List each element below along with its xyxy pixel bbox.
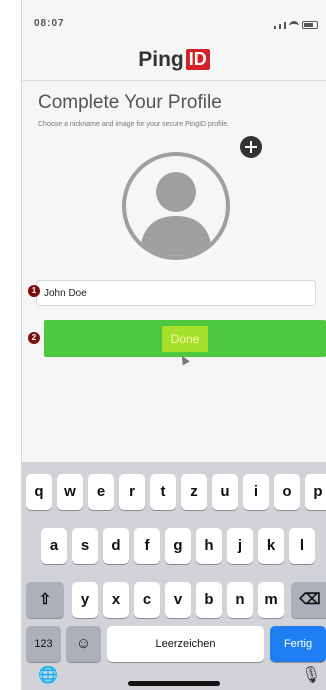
key-v[interactable]: v [165, 582, 191, 618]
wifi-icon [289, 21, 299, 29]
add-photo-icon[interactable] [240, 136, 262, 158]
key-w[interactable]: w [57, 474, 83, 510]
status-bar: 08:07 [22, 0, 326, 40]
key-g[interactable]: g [165, 528, 191, 564]
key-b[interactable]: b [196, 582, 222, 618]
key-d[interactable]: d [103, 528, 129, 564]
signal-icon [279, 24, 281, 29]
logo-badge: ID [185, 49, 210, 70]
signal-icon [274, 26, 276, 29]
key-l[interactable]: l [289, 528, 315, 564]
key-c[interactable]: c [134, 582, 160, 618]
key-o[interactable]: o [274, 474, 300, 510]
home-indicator [128, 681, 220, 686]
key-h[interactable]: h [196, 528, 222, 564]
key-x[interactable]: x [103, 582, 129, 618]
left-margin [0, 0, 21, 690]
space-key[interactable]: Leerzeichen [107, 626, 264, 662]
avatar-placeholder[interactable] [122, 152, 230, 260]
nickname-input[interactable] [36, 280, 316, 306]
key-f[interactable]: f [134, 528, 160, 564]
battery-icon [302, 21, 318, 29]
done-button-label: Done [161, 325, 209, 352]
numbers-key[interactable]: 123 [26, 626, 61, 662]
key-u[interactable]: u [212, 474, 238, 510]
key-m[interactable]: m [258, 582, 284, 618]
keyboard: qwertzuiop asdfghjkl ⇧ ⌫ yxcvbnm 123 ☺ L… [22, 462, 326, 690]
step-badge-1: 1 [28, 285, 40, 297]
delete-key[interactable]: ⌫ [291, 582, 326, 618]
phone-screen: 08:07 Ping ID Complete Your Profile Choos… [22, 0, 326, 690]
page-subtitle: Choose a nickname and image for your sec… [38, 121, 230, 128]
person-silhouette-icon [140, 172, 212, 256]
globe-icon[interactable]: 🌐 [38, 665, 58, 685]
key-k[interactable]: k [258, 528, 284, 564]
emoji-key[interactable]: ☺ [66, 626, 101, 662]
status-icons [274, 17, 318, 29]
shift-key[interactable]: ⇧ [26, 582, 64, 618]
microphone-icon[interactable]: 🎙 [301, 665, 321, 685]
page-title: Complete Your Profile [38, 92, 222, 113]
key-i[interactable]: i [243, 474, 269, 510]
key-j[interactable]: j [227, 528, 253, 564]
return-key[interactable]: Fertig [270, 626, 326, 662]
key-t[interactable]: t [150, 474, 176, 510]
signal-icon [284, 22, 286, 29]
key-a[interactable]: a [41, 528, 67, 564]
key-q[interactable]: q [26, 474, 52, 510]
pingid-logo: Ping ID [22, 48, 326, 72]
header-divider [22, 80, 326, 81]
done-button[interactable]: Done [44, 320, 326, 357]
key-y[interactable]: y [72, 582, 98, 618]
key-e[interactable]: e [88, 474, 114, 510]
key-r[interactable]: r [119, 474, 145, 510]
key-s[interactable]: s [72, 528, 98, 564]
key-z[interactable]: z [181, 474, 207, 510]
key-n[interactable]: n [227, 582, 253, 618]
step-badge-2: 2 [28, 332, 40, 344]
key-p[interactable]: p [305, 474, 326, 510]
status-time: 08:07 [34, 18, 65, 29]
logo-text: Ping [138, 48, 184, 71]
